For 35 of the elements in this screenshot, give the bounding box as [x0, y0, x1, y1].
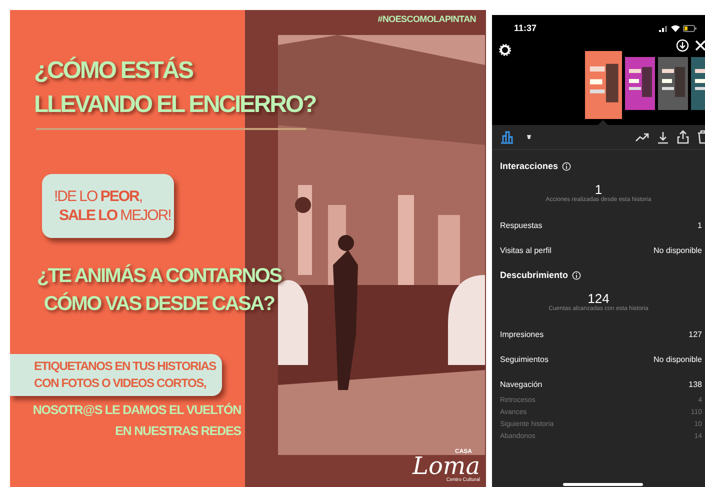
row-label: Seguimientos: [500, 355, 548, 364]
row-value: No disponible: [654, 246, 702, 255]
chart-icon[interactable]: [500, 130, 514, 144]
status-time: 11:37: [514, 23, 537, 33]
row-value: 1: [698, 221, 702, 230]
info-icon[interactable]: [572, 270, 582, 280]
headline-text: ¿CÓMO ESTÁS: [34, 56, 192, 86]
closing-text: EN NUESTRAS REDES: [115, 423, 241, 440]
metric-value: 1: [594, 182, 602, 197]
callout-text: !DE LO PEOR,: [54, 187, 142, 206]
row-value: No disponible: [654, 355, 702, 364]
section-title: Interacciones: [500, 161, 558, 171]
row-label: Navegación: [500, 380, 542, 389]
hashtag-text: #NOESCOMOLAPINTAN: [378, 14, 476, 24]
signal-icon: [659, 24, 668, 32]
callout-text: SALE LO MEJOR!: [59, 206, 171, 225]
battery-icon: [683, 24, 697, 32]
logo-text: Loma: [412, 455, 480, 477]
settings-icon[interactable]: [499, 44, 511, 56]
metric-value: 124: [588, 291, 610, 306]
row-value: 127: [688, 330, 702, 339]
row-label: Visitas al perfil: [500, 246, 552, 255]
tag-text: CON FOTOS O VIDEOS CORTOS,: [34, 375, 206, 392]
close-icon[interactable]: [695, 39, 705, 52]
trend-icon[interactable]: [635, 131, 649, 143]
download-icon[interactable]: [657, 130, 669, 144]
share-icon[interactable]: [677, 130, 689, 144]
section-title: Descubrimiento: [500, 270, 568, 280]
info-icon[interactable]: [562, 162, 572, 170]
wifi-icon: [671, 24, 680, 32]
row-label: Respuestas: [500, 221, 542, 230]
row-value: 138: [688, 380, 702, 389]
tag-text: ETIQUETANOS EN TUS HISTORIAS: [34, 358, 216, 375]
closing-text: NOSOTR@S LE DAMOS EL VUELTÓN: [32, 402, 241, 419]
row-label: Impresiones: [500, 330, 544, 339]
